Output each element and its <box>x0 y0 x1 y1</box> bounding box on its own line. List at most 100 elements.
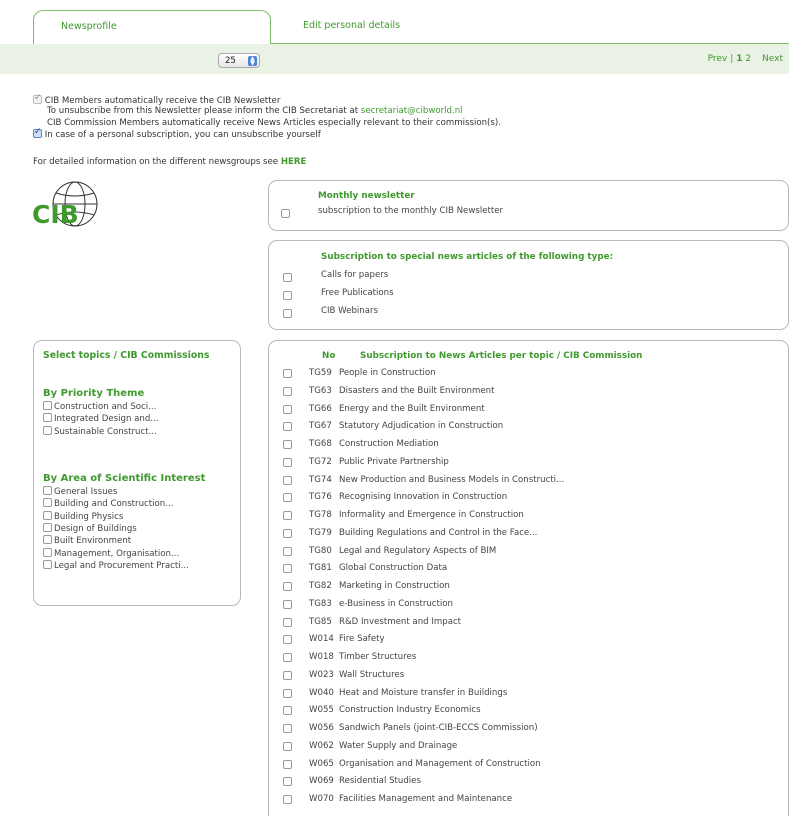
area-of-interest-item[interactable]: Management, Organisation... <box>43 547 179 560</box>
table-row[interactable]: W014 Fire Safety <box>269 631 789 649</box>
logo-text: CIB <box>32 200 79 229</box>
topic-checkbox[interactable] <box>283 404 292 414</box>
table-row[interactable]: TG81 Global Construction Data <box>269 560 789 578</box>
per-page-value: 25 <box>225 56 236 66</box>
page-2-link[interactable]: 2 <box>745 54 751 64</box>
monthly-checkbox[interactable] <box>281 209 290 218</box>
area-of-interest-item[interactable]: Built Environment <box>43 535 131 547</box>
priority-theme-item[interactable]: Sustainable Construct... <box>43 425 157 438</box>
table-row[interactable]: TG85 R&D Investment and Impact <box>269 614 789 632</box>
priority-checkbox[interactable] <box>43 401 52 410</box>
table-row[interactable]: W062 Water Supply and Drainage <box>269 738 789 756</box>
tab-edit-personal-details[interactable]: Edit personal details <box>303 10 503 44</box>
area-checkbox[interactable] <box>43 559 52 569</box>
topic-checkbox[interactable] <box>283 422 292 432</box>
secretariat-email-link[interactable]: secretariat@cibworld.nl <box>361 106 463 116</box>
table-row[interactable]: W055 Construction Industry Economics <box>269 702 789 720</box>
table-row[interactable]: TG63 Disasters and the Built Environment <box>269 383 789 401</box>
here-link[interactable]: HERE <box>281 157 307 167</box>
topic-title: Heat and Moisture transfer in Buildings <box>339 687 508 698</box>
priority-theme-item[interactable]: Construction and Soci... <box>43 401 156 413</box>
special-articles-panel: Subscription to special news articles of… <box>268 240 789 330</box>
topic-checkbox[interactable] <box>283 369 292 378</box>
topic-checkbox[interactable] <box>283 706 292 716</box>
table-row[interactable]: TG78 Informality and Emergence in Constru… <box>269 507 789 525</box>
area-checkbox[interactable] <box>43 522 52 532</box>
topic-checkbox[interactable] <box>283 688 292 698</box>
priority-theme-item[interactable]: Integrated Design and... <box>43 413 159 425</box>
per-page-select[interactable]: 25 ▲ ▼ <box>218 53 260 68</box>
calls-for-papers-checkbox[interactable] <box>283 273 292 282</box>
topic-checkbox[interactable] <box>283 795 292 804</box>
topic-title: Global Construction Data <box>339 563 448 574</box>
personal-subscription-checkbox[interactable] <box>33 127 42 138</box>
page-1-link[interactable]: 1 <box>736 54 742 64</box>
area-of-interest-item[interactable]: Building and Construction... <box>43 498 173 510</box>
topic-checkbox[interactable] <box>283 635 292 645</box>
special-item-free: Free Publications <box>321 288 394 298</box>
table-row[interactable]: W018 Timber Structures <box>269 649 789 667</box>
table-row[interactable]: TG66 Energy and the Built Environment <box>269 401 789 419</box>
topic-checkbox[interactable] <box>283 759 292 769</box>
topic-checkbox[interactable] <box>283 599 292 609</box>
priority-checkbox[interactable] <box>43 425 52 435</box>
table-row[interactable]: W023 Wall Structures <box>269 667 789 685</box>
notice-line-2: To unsubscribe from this Newsletter plea… <box>47 106 361 117</box>
area-of-interest-item[interactable]: Legal and Procurement Practi... <box>43 559 189 572</box>
table-row[interactable]: TG76 Recognising Innovation in Constructi… <box>269 489 789 507</box>
topic-checkbox[interactable] <box>283 724 292 733</box>
webinars-checkbox[interactable] <box>283 309 292 318</box>
table-row[interactable]: TG68 Construction Mediation <box>269 436 789 454</box>
topic-checkbox[interactable] <box>283 475 292 485</box>
area-checkbox[interactable] <box>43 486 52 495</box>
members-checkbox <box>33 93 42 104</box>
area-of-interest-item[interactable]: Design of Buildings <box>43 522 137 535</box>
table-row[interactable]: W070 Facilities Management and Maintenanc… <box>269 791 789 809</box>
area-checkbox[interactable] <box>43 498 52 508</box>
priority-checkbox[interactable] <box>43 413 52 423</box>
pagination: Prev | 1 2 Next <box>707 54 783 64</box>
topic-checkbox[interactable] <box>283 582 292 591</box>
area-of-interest-item[interactable]: General Issues <box>43 486 117 498</box>
free-publications-checkbox[interactable] <box>283 291 292 300</box>
tab-newsprofile[interactable]: Newsprofile <box>33 10 271 44</box>
table-row[interactable]: TG83 e-Business in Construction <box>269 596 789 614</box>
table-row[interactable]: W065 Organisation and Management of Const… <box>269 756 789 774</box>
table-row[interactable]: TG82 Marketing in Construction <box>269 578 789 596</box>
table-row[interactable]: TG79 Building Regulations and Control in … <box>269 525 789 543</box>
area-label: Building and Construction... <box>54 499 174 510</box>
topic-code: TG83 <box>309 598 332 609</box>
topic-checkbox[interactable] <box>283 741 292 751</box>
topic-checkbox[interactable] <box>283 617 292 627</box>
topic-checkbox[interactable] <box>283 493 292 503</box>
next-link[interactable]: Next <box>762 54 783 64</box>
area-label: Building Physics <box>54 511 124 522</box>
area-checkbox[interactable] <box>43 547 52 557</box>
table-row[interactable]: W040 Heat and Moisture transfer in Buildi… <box>269 685 789 703</box>
topic-checkbox[interactable] <box>283 670 292 680</box>
table-row[interactable]: TG59 People in Construction <box>269 365 789 383</box>
topic-code: TG72 <box>309 456 332 467</box>
table-row[interactable]: TG72 Public Private Partnership <box>269 454 789 472</box>
table-row[interactable]: TG80 Legal and Regulatory Aspects of BIM <box>269 543 789 561</box>
area-checkbox[interactable] <box>43 535 52 545</box>
topic-checkbox[interactable] <box>283 653 292 662</box>
table-row[interactable]: W056 Sandwich Panels (joint-CIB-ECCS Comm… <box>269 720 789 738</box>
topic-code: W069 <box>309 776 334 787</box>
topics-panel: No Subscription to News Articles per top… <box>268 340 789 816</box>
area-of-interest-item[interactable]: Building Physics <box>43 510 124 523</box>
prev-link[interactable]: Prev <box>708 54 728 64</box>
topic-checkbox[interactable] <box>283 546 292 556</box>
topic-checkbox[interactable] <box>283 528 292 538</box>
topic-code: W018 <box>309 652 334 662</box>
topic-checkbox[interactable] <box>283 511 292 520</box>
table-row[interactable]: W069 Residential Studies <box>269 773 789 791</box>
topic-checkbox[interactable] <box>283 777 292 787</box>
topic-checkbox[interactable] <box>283 386 292 396</box>
topic-checkbox[interactable] <box>283 564 292 574</box>
topic-checkbox[interactable] <box>283 457 292 467</box>
area-checkbox[interactable] <box>43 510 52 520</box>
table-row[interactable]: TG67 Statutory Adjudication in Constructi… <box>269 418 789 436</box>
topic-checkbox[interactable] <box>283 440 292 449</box>
table-row[interactable]: TG74 New Production and Business Models i… <box>269 472 789 490</box>
